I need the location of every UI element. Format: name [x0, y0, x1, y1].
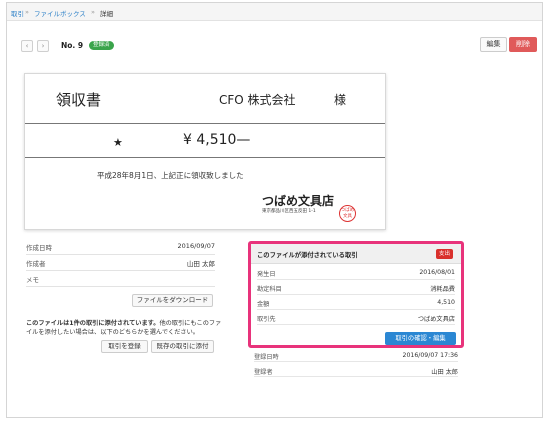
deal-row: 取引先 つばめ文具店	[257, 311, 455, 325]
deal-meta-key: 登録日時	[254, 354, 279, 361]
deal-key: 金額	[257, 301, 270, 308]
file-meta-row[interactable]: メモ	[26, 273, 215, 285]
chevron-left-icon: ‹	[25, 42, 29, 50]
deal-row: 発生日 2016/08/01	[257, 266, 455, 280]
divider	[26, 270, 215, 271]
receipt-honorific: 様	[334, 93, 347, 107]
deal-key: 発生日	[257, 271, 276, 278]
meta-key: 作成者	[26, 260, 46, 268]
expense-badge: 支出	[436, 249, 453, 259]
document-number: No. 9	[61, 41, 84, 50]
file-meta-row: 作成日時 2016/09/07	[26, 241, 215, 253]
deal-key: 勘定科目	[257, 286, 282, 293]
breadcrumb-separator: »	[91, 8, 95, 16]
related-deal-panel: このファイルが添付されている取引 支出 発生日 2016/08/01 勘定科目 …	[248, 241, 464, 348]
deal-row: 金額 4,510	[257, 296, 455, 310]
attach-existing-deal-button[interactable]: 既存の取引に添付	[151, 340, 214, 353]
meta-key: 作成日時	[26, 244, 52, 252]
notice-bold: このファイルは1件の取引に添付されています。	[26, 320, 160, 327]
deal-meta-row: 登録者 山田 太郎	[254, 365, 458, 377]
receipt-title: 領収書	[56, 91, 102, 109]
receipt-note: 平成28年8月1日、上記正に領収致しました	[97, 171, 244, 180]
receipt-amount: ¥ 4,510—	[183, 132, 251, 148]
app-window: 取引 » ファイルボックス » 詳細 ‹ › No. 9 登録済 編集 削除 領…	[6, 2, 543, 418]
receipt-address: 東京都品川区西五反田 1-1	[262, 209, 316, 214]
meta-value: 2016/09/07	[177, 242, 215, 250]
meta-key: メモ	[26, 276, 39, 284]
deal-meta-value: 2016/09/07 17:36	[402, 352, 458, 359]
prev-button[interactable]: ‹	[21, 40, 33, 52]
file-meta-row: 作成者 山田 太郎	[26, 257, 215, 269]
related-deal-title: このファイルが添付されている取引	[257, 252, 358, 259]
deal-meta-value: 山田 太郎	[431, 369, 458, 376]
star-icon: ★	[113, 136, 123, 149]
receipt-preview[interactable]: 領収書 CFO 株式会社 様 ★ ¥ 4,510— 平成28年8月1日、上記正に…	[24, 73, 386, 230]
deal-meta-key: 登録者	[254, 369, 273, 376]
receipt-issuer: つばめ文具店	[262, 194, 335, 208]
status-badge: 登録済	[89, 41, 114, 50]
download-file-button[interactable]: ファイルをダウンロード	[132, 294, 213, 307]
receipt-customer: CFO 株式会社	[219, 93, 296, 107]
deal-key: 取引先	[257, 316, 276, 323]
delete-button[interactable]: 削除	[509, 37, 537, 52]
breadcrumb-current: 詳細	[100, 10, 113, 18]
related-deal-header: このファイルが添付されている取引 支出	[251, 244, 461, 264]
deal-value: 2016/08/01	[419, 269, 455, 276]
deal-value: 4,510	[437, 299, 455, 306]
seal-stamp-text: つばめ文具	[340, 208, 355, 219]
deal-value: 消耗品費	[430, 286, 455, 293]
deal-row: 勘定科目 消耗品費	[257, 281, 455, 295]
edit-button[interactable]: 編集	[480, 37, 507, 52]
attach-notice: このファイルは1件の取引に添付されています。他の取引にもこのファイルを添付したい…	[26, 319, 222, 337]
divider	[26, 286, 215, 287]
register-deal-button[interactable]: 取引を登録	[101, 340, 148, 353]
breadcrumb-deals-link[interactable]: 取引	[11, 8, 24, 18]
breadcrumb-filebox-link[interactable]: ファイルボックス	[34, 8, 86, 18]
receipt-divider	[25, 123, 385, 124]
breadcrumb: 取引 » ファイルボックス » 詳細	[7, 3, 542, 21]
chevron-right-icon: ›	[41, 42, 45, 50]
next-button[interactable]: ›	[37, 40, 49, 52]
receipt-divider	[25, 157, 385, 158]
divider	[26, 254, 215, 255]
breadcrumb-separator: »	[25, 8, 29, 16]
deal-value: つばめ文具店	[417, 316, 455, 323]
meta-value: 山田 太郎	[186, 260, 215, 268]
deal-meta-row: 登録日時 2016/09/07 17:36	[254, 350, 458, 362]
confirm-edit-deal-button[interactable]: 取引の確認・編集	[385, 332, 456, 345]
seal-stamp: つばめ文具	[339, 205, 356, 222]
